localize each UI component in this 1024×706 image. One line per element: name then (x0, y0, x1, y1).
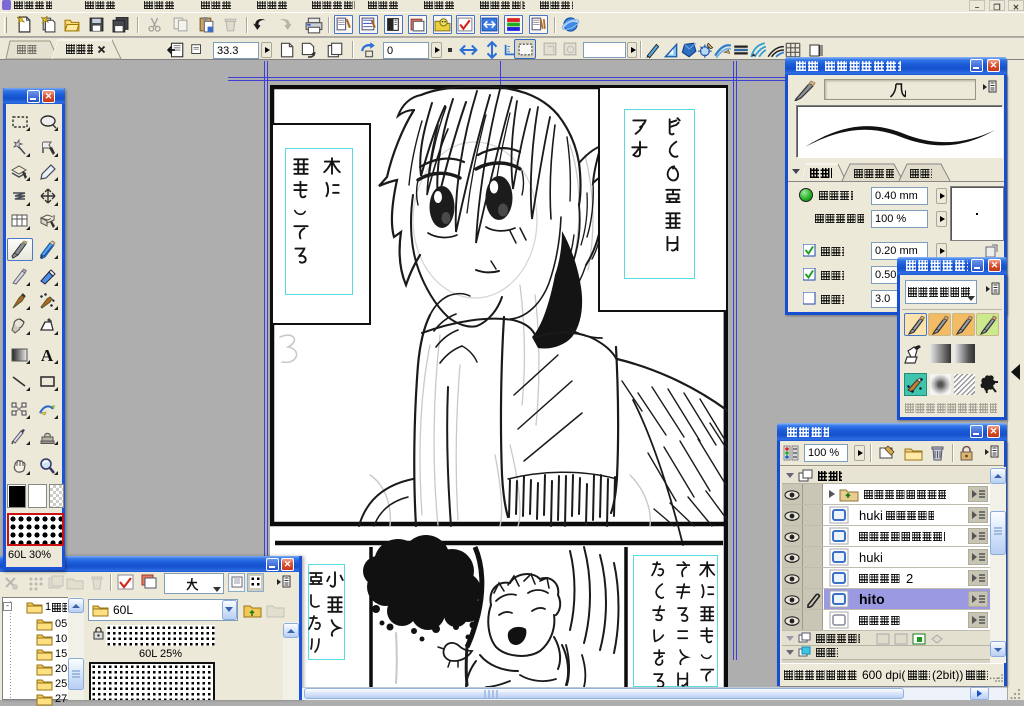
svg-text:A: A (41, 346, 54, 364)
